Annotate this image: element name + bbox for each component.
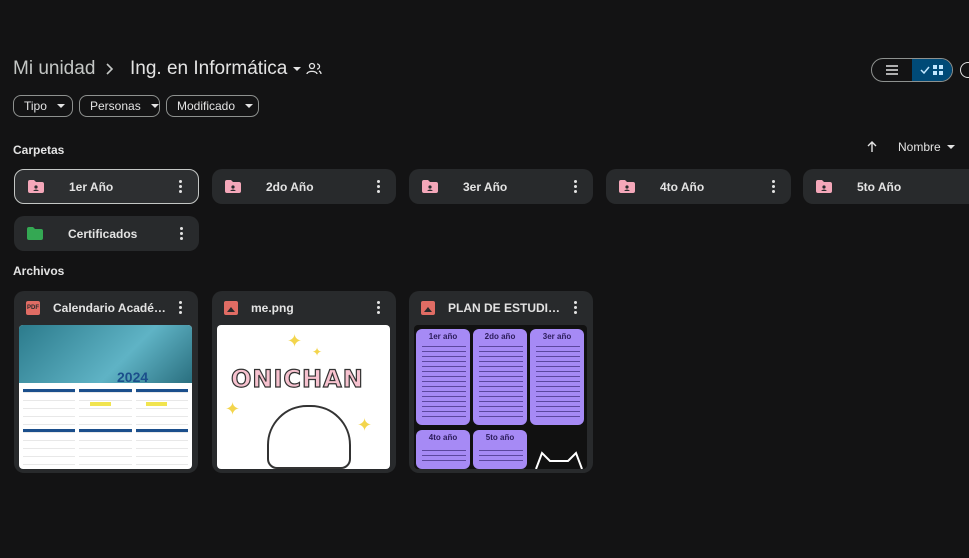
check-icon bbox=[920, 66, 930, 74]
caret-down-icon bbox=[245, 104, 254, 108]
file-thumbnail: 1er año 2do año 3er año 4to año 5to año bbox=[414, 325, 587, 469]
star-icon: ✦ bbox=[357, 415, 373, 435]
file-card[interactable]: PLAN DE ESTUDIOS.p... 1er año 2do año 3e… bbox=[409, 291, 593, 473]
filter-chip-people[interactable]: Personas bbox=[79, 95, 160, 117]
folder-name: Certificados bbox=[68, 226, 138, 241]
more-options-icon[interactable] bbox=[172, 300, 188, 316]
image-icon bbox=[421, 300, 435, 315]
file-thumbnail: 2024 bbox=[19, 325, 192, 469]
filter-label: Personas bbox=[90, 99, 141, 113]
cat-outline-icon bbox=[535, 451, 583, 469]
file-card[interactable]: me.png ✦ ✦ ONICHAN ✦ ✦ bbox=[212, 291, 396, 473]
thumbnail-text: 2024 bbox=[117, 369, 149, 385]
caret-down-icon bbox=[946, 145, 955, 149]
folder-name: 1er Año bbox=[69, 179, 114, 194]
shared-folder-icon bbox=[619, 180, 635, 193]
image-icon bbox=[224, 300, 238, 315]
filter-label: Tipo bbox=[24, 99, 47, 113]
pdf-icon: PDF bbox=[26, 300, 40, 315]
folder-card[interactable]: 3er Año bbox=[409, 169, 593, 204]
plan-column-title: 4to año bbox=[428, 433, 458, 442]
star-icon: ✦ bbox=[287, 331, 303, 351]
star-icon: ✦ bbox=[312, 345, 323, 359]
filter-label: Modificado bbox=[177, 99, 236, 113]
folder-card[interactable]: Certificados bbox=[14, 216, 199, 251]
thumbnail-text: ONICHAN bbox=[230, 364, 364, 393]
info-icon[interactable] bbox=[960, 62, 969, 78]
plan-column-title: 1er año bbox=[428, 332, 458, 341]
folder-name: 3er Año bbox=[463, 179, 508, 194]
shared-folder-icon bbox=[28, 180, 44, 193]
list-icon bbox=[886, 65, 898, 75]
folder-card[interactable]: 2do Año bbox=[212, 169, 396, 204]
caret-down-icon bbox=[150, 104, 159, 108]
folder-name: 2do Año bbox=[266, 179, 314, 194]
folder-icon bbox=[27, 227, 43, 240]
folder-card[interactable]: 5to Año bbox=[803, 169, 969, 204]
section-title-files: Archivos bbox=[13, 264, 65, 278]
breadcrumb-current[interactable]: Ing. en Informática bbox=[130, 58, 302, 80]
list-view-button[interactable] bbox=[872, 59, 912, 81]
plan-column-title: 3er año bbox=[542, 332, 572, 341]
folder-card[interactable]: 4to Año bbox=[606, 169, 791, 204]
more-options-icon[interactable] bbox=[765, 179, 781, 195]
more-options-icon[interactable] bbox=[173, 226, 189, 242]
current-folder-title: Ing. en Informática bbox=[130, 58, 288, 79]
star-icon: ✦ bbox=[225, 399, 241, 419]
plan-column-title: 5to año bbox=[485, 433, 515, 442]
shared-folder-icon bbox=[816, 180, 832, 193]
folder-name: 4to Año bbox=[660, 179, 705, 194]
caret-down-icon bbox=[56, 104, 65, 108]
filter-chip-modified[interactable]: Modificado bbox=[166, 95, 259, 117]
shared-people-icon[interactable] bbox=[306, 62, 322, 76]
filter-chip-type[interactable]: Tipo bbox=[13, 95, 73, 117]
file-card[interactable]: PDF Calendario Académic... 2024 bbox=[14, 291, 198, 473]
more-options-icon[interactable] bbox=[370, 300, 386, 316]
caret-down-icon bbox=[293, 67, 302, 71]
shared-folder-icon bbox=[422, 180, 438, 193]
chevron-right-icon bbox=[106, 63, 114, 75]
more-options-icon[interactable] bbox=[567, 179, 583, 195]
grid-view-button[interactable] bbox=[912, 59, 952, 81]
sort-label: Nombre bbox=[898, 140, 941, 154]
file-name: me.png bbox=[251, 300, 294, 315]
file-name: Calendario Académic... bbox=[53, 300, 172, 315]
file-thumbnail: ✦ ✦ ONICHAN ✦ ✦ bbox=[217, 325, 390, 469]
section-title-folders: Carpetas bbox=[13, 143, 65, 157]
grid-icon bbox=[933, 64, 943, 75]
more-options-icon[interactable] bbox=[370, 179, 386, 195]
sort-control[interactable]: Nombre bbox=[866, 140, 955, 154]
folder-card[interactable]: 1er Año bbox=[14, 169, 199, 204]
cat-illustration bbox=[267, 405, 351, 469]
more-options-icon[interactable] bbox=[567, 300, 583, 316]
arrow-up-icon[interactable] bbox=[866, 141, 878, 153]
file-name: PLAN DE ESTUDIOS.p... bbox=[448, 300, 567, 315]
view-toggle[interactable] bbox=[871, 58, 953, 82]
folder-name: 5to Año bbox=[857, 179, 902, 194]
shared-folder-icon bbox=[225, 180, 241, 193]
breadcrumb-root[interactable]: Mi unidad bbox=[13, 58, 95, 80]
more-options-icon[interactable] bbox=[172, 179, 188, 195]
plan-column-title: 2do año bbox=[484, 332, 516, 341]
